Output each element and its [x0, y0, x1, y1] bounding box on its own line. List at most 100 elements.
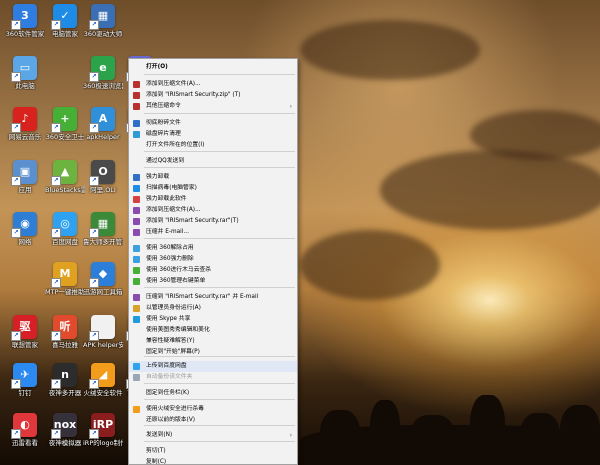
desktop-icon[interactable]: ✈ ↗ 钉钉 — [5, 363, 45, 397]
menu-item[interactable]: 使用 360强力删除 — [129, 254, 297, 265]
menu-item[interactable]: 以管理员身份运行(A) — [129, 303, 297, 314]
menu-item-label: 使用火绒安全进行杀毒 — [146, 406, 204, 412]
desktop-icon[interactable]: ◉ ↗ 网络 — [5, 212, 45, 246]
shortcut-arrow-icon: ↗ — [51, 429, 61, 439]
shortcut-arrow-icon: ↗ — [89, 72, 99, 82]
desktop-icon-label: 迅雷看看 — [12, 439, 38, 447]
app-icon: iRP ↗ — [89, 413, 115, 439]
desktop-icon[interactable]: nox ↗ 夜神模拟器 — [45, 413, 85, 447]
360-icon — [133, 256, 140, 263]
menu-separator — [144, 113, 295, 114]
desktop-icon[interactable]: ▦↗鲁大师多开管理 — [83, 212, 123, 246]
desktop-icon[interactable]: n ↗ 夜神多开器 — [45, 363, 85, 397]
menu-item[interactable]: 压缩到 "IRISmart Security.rar" 并 E-mail — [129, 292, 297, 303]
menu-item-label: 磁盘碎片清理 — [146, 131, 181, 137]
desktop-icon-label: 360极速浏览器 — [83, 82, 123, 90]
menu-item[interactable]: 发送到(N) › — [129, 430, 297, 441]
menu-item[interactable]: 压缩并 E-mail... — [129, 227, 297, 238]
desktop-icon[interactable]: ✓ ↗ 电脑管家 — [45, 4, 85, 38]
shortcut-arrow-icon: ↗ — [11, 176, 21, 186]
app-icon: ◆ ↗ — [89, 262, 115, 288]
menu-item-label: 使用 360进行木马云查杀 — [146, 267, 212, 273]
menu-item-label: 使用 360解除占用 — [146, 245, 194, 251]
desktop-icon[interactable]: M↗MTP一键推助方式 — [45, 262, 85, 296]
desktop-icon-label: 夜神模拟器 — [48, 439, 82, 447]
desktop-icon[interactable]: ◐ ↗ 迅雷看看 — [5, 413, 45, 447]
desktop-icon[interactable]: O ↗ 阿里.OLI — [83, 160, 123, 194]
desktop-icon[interactable]: 听 ↗ 喜马拉雅 — [45, 315, 85, 349]
app-icon: ◉ ↗ — [11, 212, 37, 238]
desktop-icon[interactable]: e↗360极速浏览器 — [83, 56, 123, 90]
desktop-icon-label: MTP一键推助方式 — [45, 288, 85, 296]
desktop-icon[interactable]: 3 ↗ 360软件管家 — [5, 4, 45, 38]
shortcut-arrow-icon: ↗ — [11, 331, 21, 341]
menu-item[interactable]: 扫描病毒(电脑管家) — [129, 183, 297, 194]
menu-item[interactable]: 其他压缩命令 › — [129, 101, 297, 112]
desktop-icon-label: iRP的logo制作软.exe — [83, 439, 123, 447]
menu-item[interactable]: 彻底粉碎文件 — [129, 118, 297, 129]
menu-item[interactable]: 添加到压缩文件(A)... — [129, 79, 297, 90]
shortcut-arrow-icon: ↗ — [89, 228, 99, 238]
app-icon: ♪ ↗ — [11, 107, 37, 133]
desktop-icon[interactable]: 驱 ↗ 联想管家 — [5, 315, 45, 349]
app-icon: ✓ ↗ — [51, 4, 77, 30]
menu-separator — [144, 399, 295, 400]
menu-item[interactable]: 剪切(T) — [129, 446, 297, 457]
menu-item[interactable]: 通过QQ发送到 — [129, 156, 297, 167]
menu-item[interactable]: 固定到"开始"屏幕(P) — [129, 347, 297, 358]
menu-item[interactable]: 添加到 "IRISmart Security.zip" (T) — [129, 90, 297, 101]
shortcut-arrow-icon: ↗ — [51, 20, 61, 30]
archive-icon — [133, 294, 140, 301]
menu-item[interactable]: 添加到 "IRISmart Security.rar"(T) — [129, 216, 297, 227]
menu-item[interactable]: 固定到任务栏(K) — [129, 388, 297, 399]
desktop-icon[interactable]: iRP↗iRP的logo制作软.exe — [83, 413, 123, 447]
menu-item[interactable]: 兼容性疑难解答(Y) — [129, 336, 297, 347]
menu-item-label: 还原以前的版本(V) — [146, 417, 196, 423]
menu-item-label: 兼容性疑难解答(Y) — [146, 338, 195, 344]
menu-item[interactable]: 添加到压缩文件(A)... — [129, 205, 297, 216]
menu-item[interactable]: 使用火绒安全进行杀毒 — [129, 404, 297, 415]
menu-item[interactable]: 使用 Skype 共享 — [129, 314, 297, 325]
shortcut-arrow-icon: ↗ — [51, 123, 61, 133]
menu-separator — [144, 441, 295, 442]
app-icon: ▦ ↗ — [89, 212, 115, 238]
menu-item[interactable]: 打开文件所在的位置(I) — [129, 140, 297, 151]
menu-item[interactable]: 复制(C) — [129, 457, 297, 464]
menu-item[interactable]: 使用 360解除占用 — [129, 243, 297, 254]
app-icon: ▣ ↗ — [11, 160, 37, 186]
menu-item[interactable]: 使用美图秀秀编辑和美化 — [129, 325, 297, 336]
app-icon: O ↗ — [89, 160, 115, 186]
desktop-icon[interactable]: ▣ ↗ 应用 — [5, 160, 45, 194]
menu-item[interactable]: 使用 360进行木马云查杀 — [129, 265, 297, 276]
desktop-icon[interactable]: A ↗ apkHelper — [83, 107, 123, 141]
desktop-icon[interactable]: ◎ ↗ 百度网盘 — [45, 212, 85, 246]
desktop-icon[interactable]: ♪ ↗ 网易云音乐 — [5, 107, 45, 141]
desktop-icon[interactable]: + ↗ 360安全卫士 — [45, 107, 85, 141]
shortcut-arrow-icon: ↗ — [51, 228, 61, 238]
shortcut-arrow-icon: ↗ — [11, 379, 21, 389]
menu-item-label: 使用美图秀秀编辑和美化 — [146, 327, 210, 333]
app-icon: ▦ ↗ — [89, 4, 115, 30]
menu-item[interactable]: 还原以前的版本(V) — [129, 415, 297, 426]
uninstall-icon — [133, 174, 140, 181]
submenu-arrow-icon: › — [289, 432, 292, 439]
menu-item[interactable]: 强力卸载 — [129, 172, 297, 183]
menu-item-label: 发送到(N) — [146, 432, 173, 438]
desktop-icon[interactable]: ▲↗BlueStacks雷电 — [45, 160, 85, 194]
desktop-icon[interactable]: ◢ ↗ 火绒安全软件 — [83, 363, 123, 397]
menu-item[interactable]: 磁盘碎片清理 — [129, 129, 297, 140]
shortcut-arrow-icon: ↗ — [89, 429, 99, 439]
menu-item-label: 压缩并 E-mail... — [146, 229, 189, 235]
app-icon: e ↗ — [89, 56, 115, 82]
desktop-icon[interactable]: ↗APK helper安... — [83, 315, 123, 349]
shortcut-arrow-icon: ↗ — [89, 20, 99, 30]
desktop-icon[interactable]: ◆ ↗ 迅游网工具箱 — [83, 262, 123, 296]
menu-item[interactable]: 打开(O) — [129, 62, 297, 73]
menu-item-label: 添加到 "IRISmart Security.zip" (T) — [146, 92, 241, 98]
menu-item[interactable]: 强力卸载此软件 — [129, 194, 297, 205]
desktop-icon[interactable]: ▭ ↗ 此电脑 — [5, 56, 45, 90]
desktop-icon[interactable]: ▦ ↗ 360驱动大师 — [83, 4, 123, 38]
app-icon: A ↗ — [89, 107, 115, 133]
menu-item[interactable]: 使用 360管理右键菜单 — [129, 276, 297, 287]
menu-item[interactable]: 上传到百度网盘 — [129, 361, 297, 372]
